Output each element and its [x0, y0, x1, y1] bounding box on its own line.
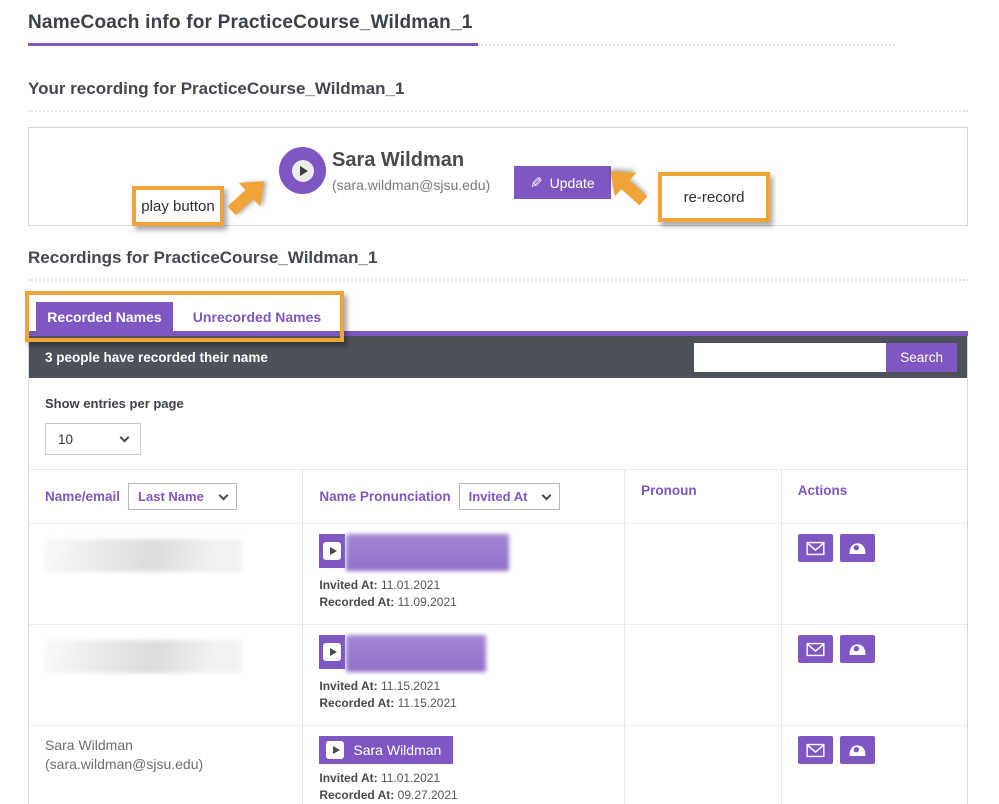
envelope-icon — [806, 642, 825, 657]
tab-recorded-names[interactable]: Recorded Names — [36, 302, 173, 331]
tabs-bar: Recorded Names Unrecorded Names — [28, 302, 968, 336]
recordings-heading: Recordings for PracticeCourse_Wildman_1 — [28, 248, 968, 268]
namecoach-page: NameCoach info for PracticeCourse_Wildma… — [0, 0, 999, 804]
invited-at: Invited At: 11.01.2021 — [319, 578, 614, 593]
invited-at: Invited At: 11.01.2021 — [319, 771, 614, 786]
redacted-recording-name — [346, 534, 509, 571]
envelope-icon — [806, 743, 825, 758]
recorded-names-panel: 3 people have recorded their name Search… — [28, 336, 968, 804]
chevron-down-icon — [218, 490, 228, 500]
play-recording-button[interactable] — [319, 635, 345, 669]
redacted-name — [45, 539, 241, 572]
envelope-icon — [806, 541, 825, 556]
results-toolbar: 3 people have recorded their name Search — [29, 336, 967, 378]
recording-player — [319, 635, 614, 672]
owner-email: (sara.wildman@sjsu.edu) — [332, 177, 490, 193]
pronoun-cell — [625, 524, 782, 625]
pronunciation-sort-value: Invited At — [469, 489, 528, 504]
section-divider — [28, 279, 968, 281]
section-divider — [28, 110, 968, 112]
row-actions — [798, 736, 957, 764]
search-button[interactable]: Search — [886, 343, 957, 372]
recording-owner: Sara Wildman (sara.wildman@sjsu.edu) — [332, 149, 490, 193]
name-sort-select[interactable]: Last Name — [128, 483, 237, 510]
col-pronoun-label: Pronoun — [625, 470, 782, 524]
play-icon — [326, 741, 344, 759]
table-row: Invited At: 11.15.2021 Recorded At: 11.1… — [29, 625, 967, 726]
tab-strip — [28, 331, 968, 336]
redacted-recording-name — [346, 635, 486, 672]
recorded-at: Recorded At: 09.27.2021 — [319, 788, 614, 803]
phone-record-button[interactable] — [840, 534, 875, 562]
pronoun-cell — [625, 726, 782, 804]
show-entries-label: Show entries per page — [29, 396, 967, 411]
rerecord-callout: re-record — [658, 172, 770, 222]
table-row: Invited At: 11.01.2021 Recorded At: 11.0… — [29, 524, 967, 625]
play-recording-button[interactable] — [319, 534, 345, 568]
chevron-down-icon — [120, 433, 130, 443]
your-recording-panel: Sara Wildman (sara.wildman@sjsu.edu) ✎ U… — [28, 127, 968, 226]
recording-player — [319, 534, 614, 571]
redacted-name — [45, 640, 241, 673]
phone-icon — [848, 743, 867, 758]
chevron-down-icon — [542, 490, 552, 500]
play-recording-button[interactable] — [279, 147, 326, 194]
recordings-table: Name/email Last Name Name Pronunciation … — [29, 469, 967, 804]
pronoun-cell — [625, 625, 782, 726]
title-underline-dotted — [478, 44, 895, 46]
owner-name: Sara Wildman — [332, 149, 490, 172]
email-button[interactable] — [798, 534, 833, 562]
table-area: Show entries per page 10 Name/email Last… — [29, 378, 967, 804]
play-recording-button[interactable]: Sara Wildman — [319, 736, 453, 764]
play-icon — [323, 542, 341, 560]
entries-per-page-value: 10 — [58, 432, 73, 447]
phone-record-button[interactable] — [840, 736, 875, 764]
table-row: Sara Wildman (sara.wildman@sjsu.edu) Sar… — [29, 726, 967, 804]
title-underline-purple — [28, 43, 478, 46]
col-pronunciation-label: Name Pronunciation — [319, 489, 450, 504]
search-group: Search — [694, 343, 957, 372]
recorded-at: Recorded At: 11.09.2021 — [319, 595, 614, 610]
title-underline — [28, 43, 968, 46]
recording-name-label: Sara Wildman — [353, 742, 441, 758]
page-title: NameCoach info for PracticeCourse_Wildma… — [28, 12, 968, 34]
invited-at: Invited At: 11.15.2021 — [319, 679, 614, 694]
pencil-icon: ✎ — [530, 174, 543, 192]
play-icon — [323, 643, 341, 661]
results-count: 3 people have recorded their name — [45, 350, 268, 365]
arrow-icon — [218, 166, 277, 225]
row-actions — [798, 534, 957, 562]
search-input[interactable] — [694, 343, 886, 372]
phone-icon — [848, 642, 867, 657]
your-recording-heading: Your recording for PracticeCourse_Wildma… — [28, 79, 968, 99]
email-button[interactable] — [798, 635, 833, 663]
table-header-row: Name/email Last Name Name Pronunciation … — [29, 470, 967, 524]
play-icon — [292, 160, 314, 182]
phone-icon — [848, 541, 867, 556]
row-actions — [798, 635, 957, 663]
play-button-callout: play button — [132, 186, 224, 226]
email-button[interactable] — [798, 736, 833, 764]
entries-per-page-select[interactable]: 10 — [45, 423, 141, 455]
row-email: (sara.wildman@sjsu.edu) — [45, 755, 292, 774]
col-name-email-label: Name/email — [45, 489, 120, 504]
recorded-at: Recorded At: 11.15.2021 — [319, 696, 614, 711]
phone-record-button[interactable] — [840, 635, 875, 663]
update-button-label: Update — [550, 175, 595, 191]
col-actions-label: Actions — [781, 470, 967, 524]
tab-unrecorded-names[interactable]: Unrecorded Names — [173, 302, 341, 331]
pronunciation-sort-select[interactable]: Invited At — [459, 483, 561, 510]
row-name: Sara Wildman — [45, 736, 292, 755]
name-sort-value: Last Name — [138, 489, 204, 504]
update-button[interactable]: ✎ Update — [514, 166, 611, 199]
